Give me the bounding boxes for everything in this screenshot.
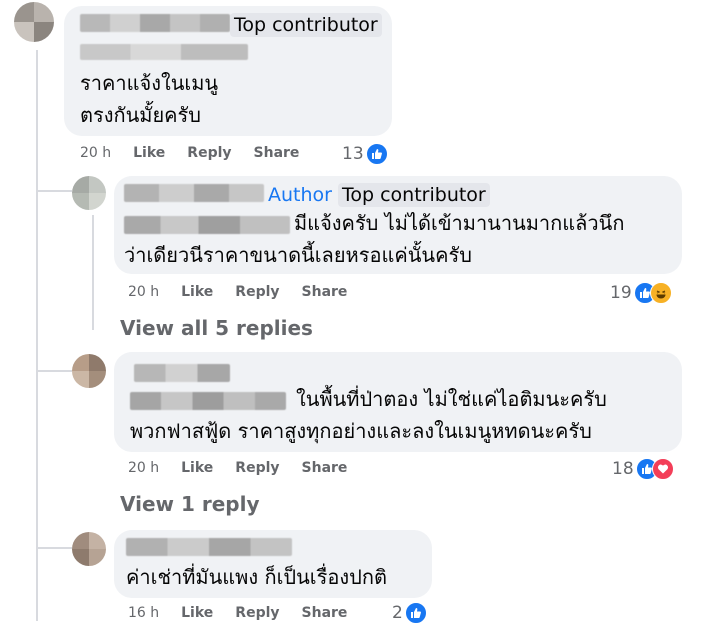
comment-text-line: ราคาแจ้งในเมนู [80, 71, 219, 95]
like-button[interactable]: Like [181, 284, 213, 300]
comment-text-line: ว่าเดียวนีราคาขนาดนี้เลยหรอแค่นั้นครับ [124, 243, 472, 267]
like-icon [365, 143, 388, 165]
reaction-count: 18 [612, 459, 634, 479]
share-button[interactable]: Share [302, 284, 348, 300]
avatar[interactable] [72, 176, 106, 210]
reply-button[interactable]: Reply [235, 284, 279, 300]
timestamp[interactable]: 20 h [80, 145, 111, 161]
comment-text-line: ในพื้นที่ป่าตอง ไม่ใช่แค่ไอติมนะครับ [296, 387, 607, 411]
comment-bubble: ในพื้นที่ป่าตอง ไม่ใช่แค่ไอติมนะครับ พวก… [114, 352, 682, 452]
view-all-replies-link[interactable]: View all 5 replies [120, 316, 313, 340]
reaction-summary[interactable]: 13 [342, 143, 388, 165]
share-button[interactable]: Share [302, 605, 348, 621]
timestamp[interactable]: 16 h [128, 605, 159, 621]
avatar[interactable] [72, 532, 106, 566]
author-name-blurred[interactable] [134, 364, 230, 382]
reply-button[interactable]: Reply [235, 460, 279, 476]
like-button[interactable]: Like [133, 145, 165, 161]
comment-bubble: Top contributor ราคาแจ้งในเมนู ตรงกันมั้… [64, 6, 392, 136]
comment-bubble: ค่าเช่าที่มันแพง ก็เป็นเรื่องปกติ [114, 530, 432, 598]
top-contributor-badge: Top contributor [230, 13, 382, 37]
share-button[interactable]: Share [254, 145, 300, 161]
author-name-blurred[interactable] [124, 184, 264, 202]
thread-connector-1 [36, 190, 72, 192]
comment-actions: 20 h Like Reply Share [128, 284, 369, 300]
like-button[interactable]: Like [181, 460, 213, 476]
comment-text-line: ตรงกันมั้ยครับ [80, 103, 201, 127]
thread-line-main [36, 50, 38, 621]
top-contributor-badge: Top contributor [338, 183, 490, 207]
reaction-summary[interactable]: 19 [610, 282, 672, 304]
view-one-reply-link[interactable]: View 1 reply [120, 492, 260, 516]
love-icon [651, 458, 674, 480]
author-subline-blurred [80, 44, 248, 60]
reaction-count: 13 [342, 144, 364, 164]
comment-actions: 16 h Like Reply Share [128, 605, 369, 621]
thread-line-reply [92, 215, 94, 330]
mention-blurred[interactable] [130, 392, 286, 410]
share-button[interactable]: Share [302, 460, 348, 476]
author-name-blurred[interactable] [126, 538, 292, 556]
timestamp[interactable]: 20 h [128, 284, 159, 300]
comment-text-line: มีแจ้งครับ ไม่ได้เข้ามานานมากแล้วนึก [294, 211, 625, 235]
haha-icon [649, 282, 672, 304]
comment-text-line: พวกฟาสฟู้ด ราคาสูงทุกอย่างและลงในเมนูหทด… [130, 419, 592, 443]
like-button[interactable]: Like [181, 605, 213, 621]
comment-actions: 20 h Like Reply Share [80, 145, 321, 161]
mention-blurred[interactable] [124, 216, 290, 234]
avatar[interactable] [14, 2, 54, 42]
reply-button[interactable]: Reply [235, 605, 279, 621]
reaction-summary[interactable]: 18 [612, 458, 674, 480]
comment-actions: 20 h Like Reply Share [128, 460, 369, 476]
comment-text-line: ค่าเช่าที่มันแพง ก็เป็นเรื่องปกติ [126, 565, 387, 589]
reply-button[interactable]: Reply [187, 145, 231, 161]
reaction-count: 19 [610, 283, 632, 303]
avatar[interactable] [72, 354, 106, 388]
thread-connector-2 [36, 370, 72, 372]
comment-bubble: Author Top contributor มีแจ้งครับ ไม่ได้… [114, 176, 682, 274]
thread-connector-3 [36, 547, 72, 549]
author-name-blurred[interactable] [80, 14, 230, 32]
reaction-count: 2 [392, 603, 403, 623]
author-label: Author [268, 184, 332, 206]
timestamp[interactable]: 20 h [128, 460, 159, 476]
